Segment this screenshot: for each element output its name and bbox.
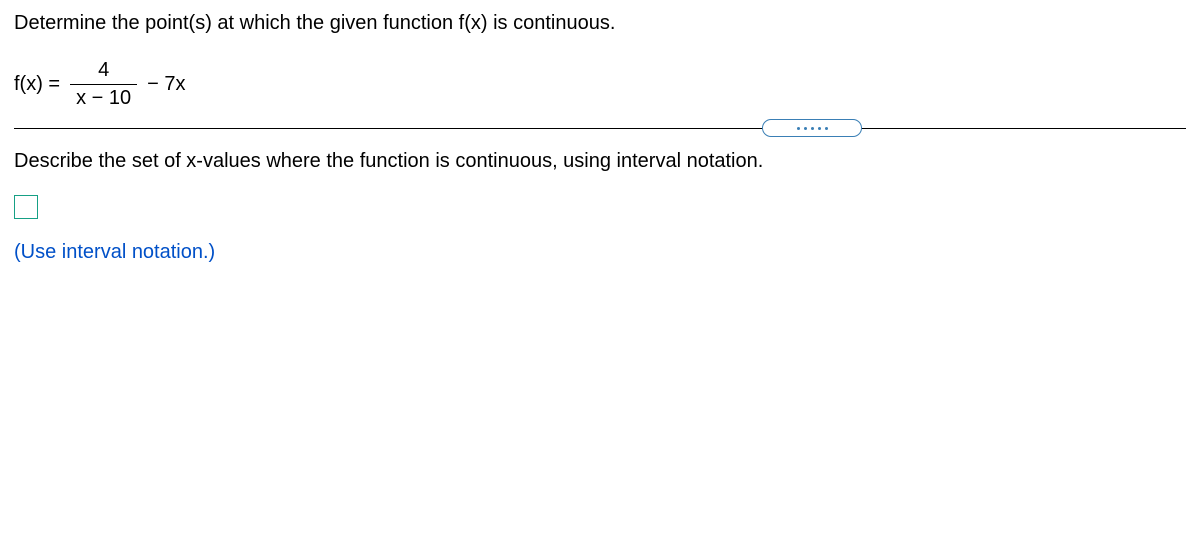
ellipsis-icon (797, 127, 828, 130)
sub-question-prompt: Describe the set of x-values where the f… (14, 150, 1186, 173)
answer-hint: (Use interval notation.) (14, 241, 1186, 264)
answer-input[interactable] (14, 195, 38, 219)
equation-lhs: f(x) = (14, 73, 60, 96)
expand-button[interactable] (762, 119, 862, 137)
section-divider (14, 120, 1186, 136)
equation-fraction: 4 x − 10 (70, 59, 137, 110)
question-prompt: Determine the point(s) at which the give… (14, 12, 1186, 35)
fraction-denominator: x − 10 (70, 84, 137, 110)
equation-tail: − 7x (147, 73, 185, 96)
divider-line (14, 128, 1186, 129)
fraction-numerator: 4 (92, 59, 115, 84)
function-equation: f(x) = 4 x − 10 − 7x (14, 59, 1186, 110)
